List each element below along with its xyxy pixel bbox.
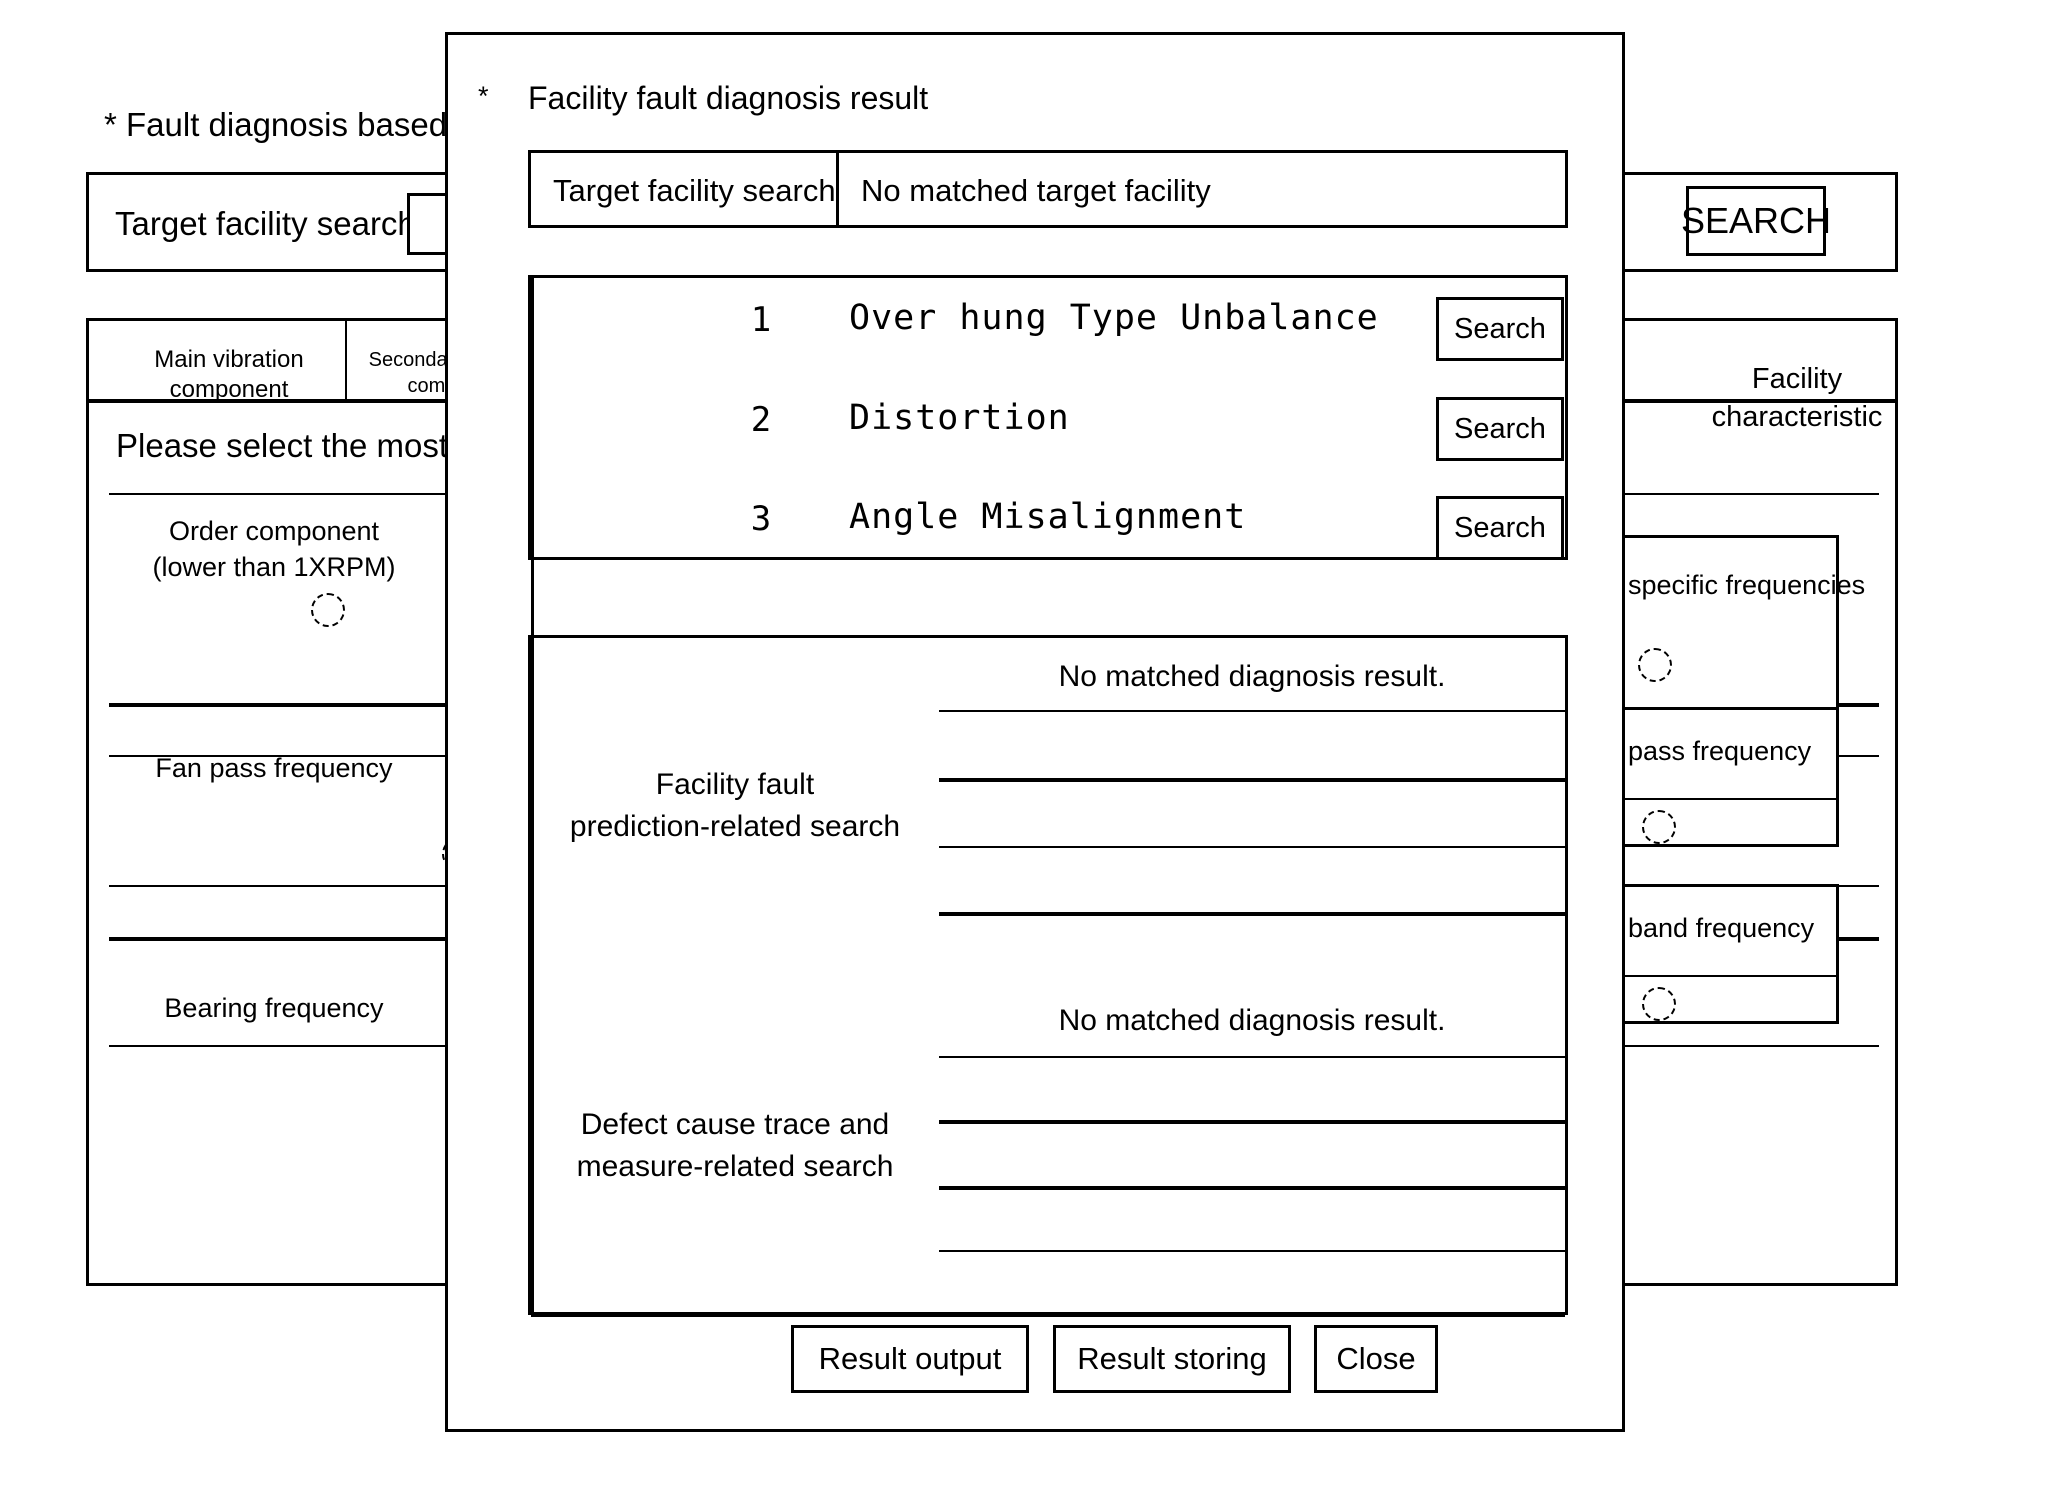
order-component-line1: Order component xyxy=(168,516,380,546)
bg-left-instruction: Please select the most xyxy=(116,427,448,464)
facility-characteristic-line2: characteristic xyxy=(1711,401,1883,433)
lr-label-1-line2: measure-related search xyxy=(576,1150,894,1183)
bg-left-col-main-label: Main vibration component xyxy=(119,345,339,405)
bg-left-radio-order[interactable] xyxy=(311,593,345,627)
lr-row-divider xyxy=(939,1120,1565,1124)
fault-diagnosis-result-table: Fault diagnosis result 1 Over hung Type … xyxy=(528,275,1568,1231)
lr-label-1-line1: Defect cause trace and xyxy=(580,1108,890,1141)
facility-fault-diagnosis-dialog: * Facility fault diagnosis result Target… xyxy=(445,32,1625,1432)
bg-right-item-pass: pass frequency xyxy=(1617,707,1839,847)
fd-row-name: Over hung Type Unbalance xyxy=(849,298,1379,338)
lr-label-0-line1: Facility fault xyxy=(655,768,815,801)
target-facility-value: No matched target facility xyxy=(861,173,1211,208)
result-output-button[interactable]: Result output xyxy=(791,1325,1029,1393)
lr-column-divider xyxy=(531,638,534,1312)
lr-row-divider xyxy=(939,778,1565,782)
bg-left-search-label: Target facility search xyxy=(115,205,416,242)
bg-right-radio-band[interactable] xyxy=(1642,987,1676,1021)
lr-row-divider xyxy=(939,1250,1565,1252)
fd-row-search-button[interactable]: Search xyxy=(1436,297,1564,361)
fd-row-search-button[interactable]: Search xyxy=(1436,496,1564,560)
bg-right-band-rule xyxy=(1620,975,1839,977)
bg-right-pass-rule xyxy=(1620,798,1839,800)
fd-row-number: 2 xyxy=(750,400,772,440)
bg-right-item-band: band frequency xyxy=(1617,884,1839,1024)
bg-right-radio-pass[interactable] xyxy=(1642,810,1676,844)
facility-characteristic-label: Facility characteristic xyxy=(1660,360,1934,436)
fd-row-search-button[interactable]: Search xyxy=(1436,397,1564,461)
fd-row-number: 1 xyxy=(750,300,772,340)
facility-characteristic-line1: Facility xyxy=(1751,363,1843,395)
target-facility-row: Target facility search No matched target… xyxy=(528,150,1568,228)
order-component-line2: (lower than 1XRPM) xyxy=(152,552,396,582)
lr-row-divider xyxy=(939,846,1565,848)
bg-left-item-order-label: Order component (lower than 1XRPM) xyxy=(109,513,439,585)
dialog-title: Facility fault diagnosis result xyxy=(528,80,929,116)
bg-right-item-specific: specific frequencies xyxy=(1617,535,1865,725)
facility-fault-prediction-label: Facility fault prediction-related search xyxy=(531,764,939,848)
lr-message: No matched diagnosis result. xyxy=(1058,660,1446,693)
bg-left-item-bearing-label: Bearing frequency xyxy=(164,993,384,1023)
bg-right-specific-label: specific frequencies xyxy=(1628,570,1866,600)
bg-right-radio-specific[interactable] xyxy=(1638,648,1672,682)
lr-row-divider xyxy=(939,1186,1565,1190)
main-vibration-line1: Main vibration xyxy=(154,346,304,373)
defect-cause-trace-label: Defect cause trace and measure-related s… xyxy=(531,1104,939,1188)
lr-message: No matched diagnosis result. xyxy=(1058,1004,1446,1037)
result-storing-button[interactable]: Result storing xyxy=(1053,1325,1291,1393)
bg-left-item-fan-label: Fan pass frequency xyxy=(155,753,393,783)
bg-right-pass-label: pass frequency xyxy=(1628,736,1812,766)
target-facility-divider xyxy=(836,153,839,225)
fd-row-name: Angle Misalignment xyxy=(849,497,1247,537)
lr-row-divider xyxy=(939,710,1565,712)
bg-left-header-divider xyxy=(345,321,347,399)
lr-label-0-line2: prediction-related search xyxy=(569,810,901,843)
bg-left-heading: * Fault diagnosis based xyxy=(104,106,448,143)
search-button[interactable]: SEARCH xyxy=(1681,186,1831,256)
bullet-star-icon: * xyxy=(478,81,489,111)
fd-divider-1 xyxy=(531,278,534,557)
fd-row-name: Distortion xyxy=(849,398,1070,438)
close-button[interactable]: Close xyxy=(1314,1325,1438,1393)
lr-row-divider xyxy=(939,1056,1565,1058)
lr-section-divider xyxy=(531,1312,1565,1317)
bg-right-band-label: band frequency xyxy=(1628,913,1815,943)
fd-row-number: 3 xyxy=(750,499,772,539)
search-results-table: Facility fault prediction-related search… xyxy=(528,635,1568,1317)
lr-row-divider xyxy=(939,912,1565,916)
target-facility-label: Target facility search xyxy=(553,173,836,208)
